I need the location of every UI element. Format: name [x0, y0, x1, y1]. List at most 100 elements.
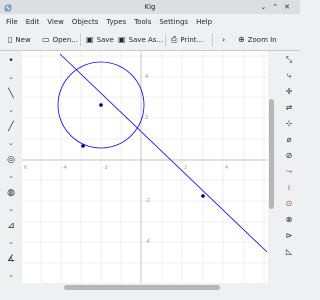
right-tool-1[interactable]: ⤡: [282, 53, 296, 66]
y-tick-label: 4: [145, 74, 148, 80]
print-button[interactable]: ⎙ Print...: [171, 34, 203, 46]
chevron-down-icon: ⌄: [8, 205, 14, 213]
circle-tool-menu[interactable]: ⌄: [4, 170, 18, 182]
line-icon: ╲: [8, 89, 14, 99]
circle-icon: ◎: [7, 155, 15, 165]
conic-tool-menu[interactable]: ⌄: [4, 203, 18, 215]
angle-tool-menu[interactable]: ⌄: [4, 269, 18, 281]
line-point[interactable]: [201, 194, 205, 198]
main-toolbar: ▯ New ▭ Open... ▣ Save ▣ Save As... ⎙ Print..…: [0, 30, 300, 51]
chevron-down-icon: ⌄: [8, 172, 14, 180]
affinity-icon: ⊗: [285, 215, 293, 224]
right-tool-7[interactable]: ⊘: [282, 149, 296, 162]
horizontal-scroll-handle[interactable]: [64, 285, 220, 290]
toolbar-overflow-button[interactable]: ›: [222, 34, 228, 46]
menu-objects[interactable]: Objects: [68, 14, 102, 30]
menu-tools[interactable]: Tools: [130, 14, 155, 30]
right-tool-11[interactable]: ⊗: [282, 213, 296, 226]
toolbar-separator: [165, 34, 166, 46]
right-tool-8[interactable]: ⤳: [282, 165, 296, 178]
menu-edit[interactable]: Edit: [22, 14, 44, 30]
transform-arrow-icon: ⤡: [285, 55, 293, 64]
shear-icon: ⊳: [285, 231, 293, 240]
left-tools-toolbar: • ⌄ ╲ ⌄ ╱ ⌄ ◎ ⌄ ◍ ⌄ ⊿ ⌄ ∡ ⌄: [0, 51, 22, 300]
point-icon: •: [8, 56, 14, 66]
maximize-icon[interactable]: ⌃: [272, 3, 284, 11]
right-tool-9[interactable]: ≀: [282, 181, 296, 194]
window-controls[interactable]: ⌄⌃✕: [260, 0, 296, 14]
menu-help[interactable]: Help: [192, 14, 216, 30]
open-folder-icon: ▭: [42, 35, 50, 44]
right-tool-2[interactable]: ⤷: [282, 69, 296, 82]
right-tool-13[interactable]: ◺: [282, 245, 296, 258]
horizontal-scrollbar[interactable]: [22, 283, 269, 292]
circle-center-point[interactable]: [99, 103, 103, 107]
minimize-icon[interactable]: ⌄: [260, 3, 272, 11]
polygon-tool-menu[interactable]: ⌄: [4, 236, 18, 248]
grid: [22, 51, 269, 283]
print-icon: ⎙: [171, 35, 178, 44]
chevron-down-icon: ⌄: [8, 139, 14, 147]
mirror-icon: ⇌: [285, 103, 293, 112]
save-button-label: Save: [96, 36, 114, 44]
polygon-icon: ⊿: [7, 221, 15, 231]
zoom-in-button[interactable]: ⊕ Zoom In: [238, 34, 277, 46]
polygon-tool[interactable]: ⊿: [4, 220, 18, 232]
save-as-icon: ▣: [118, 35, 126, 44]
vertical-scroll-handle[interactable]: [269, 99, 274, 209]
line-tool[interactable]: ╲: [4, 88, 18, 100]
y-tick-label: 2: [145, 115, 148, 121]
chevron-right-icon: ›: [222, 35, 226, 44]
right-tool-5[interactable]: ⊹: [282, 117, 296, 130]
angle-icon: ∡: [6, 254, 16, 264]
open-button[interactable]: ▭ Open...: [42, 34, 78, 46]
menu-types[interactable]: Types: [102, 14, 130, 30]
vertical-scrollbar[interactable]: [268, 51, 276, 283]
point-tool-menu[interactable]: ⌄: [4, 71, 18, 83]
line-object[interactable]: [59, 53, 268, 253]
y-tick-label: -4: [145, 239, 150, 245]
toolbar-separator: [80, 34, 81, 46]
new-button-label: New: [15, 36, 31, 44]
right-tool-12[interactable]: ⊳: [282, 229, 296, 242]
angle-tool[interactable]: ∡: [4, 253, 18, 265]
menubar: File Edit View Objects Types Tools Settings Hel…: [0, 14, 300, 30]
x-tick-label: 4: [225, 165, 228, 171]
y-tick-label: -2: [145, 198, 150, 204]
scale-icon: ⊹: [285, 119, 293, 128]
toolbar-separator: [212, 34, 213, 46]
segment-tool[interactable]: ╱: [4, 121, 18, 133]
translate-icon: ✛: [285, 87, 293, 96]
circle-tool[interactable]: ◎: [4, 154, 18, 166]
right-tool-10[interactable]: ⊙: [282, 197, 296, 210]
close-icon[interactable]: ✕: [284, 3, 296, 11]
geometry-canvas[interactable]: 6 -4 -2 2 4 4 2 -2 -4: [22, 51, 269, 283]
chevron-down-icon: ⌄: [8, 238, 14, 246]
x-tick-label: 2: [184, 165, 187, 171]
line-tool-menu[interactable]: ⌄: [4, 104, 18, 116]
chevron-down-icon: ⌄: [8, 271, 14, 279]
right-tool-3[interactable]: ✛: [282, 85, 296, 98]
save-button[interactable]: ▣ Save: [86, 34, 114, 46]
save-icon: ▣: [86, 35, 94, 44]
x-tick-label: 6: [24, 165, 27, 171]
circle-point[interactable]: [81, 144, 85, 148]
segment-tool-menu[interactable]: ⌄: [4, 137, 18, 149]
right-tool-4[interactable]: ⇌: [282, 101, 296, 114]
similitude-icon: ⤳: [285, 167, 293, 176]
circle-inversion-icon: ⊙: [285, 199, 293, 208]
zoom-in-button-label: Zoom In: [247, 36, 277, 44]
menu-file[interactable]: File: [0, 14, 22, 30]
conic-tool[interactable]: ◍: [4, 187, 18, 199]
point-tool[interactable]: •: [4, 55, 18, 67]
menu-settings[interactable]: Settings: [155, 14, 192, 30]
rotate-icon: ⤷: [286, 71, 292, 80]
save-as-button[interactable]: ▣ Save As...: [118, 34, 163, 46]
menu-view[interactable]: View: [43, 14, 68, 30]
status-bar: [0, 292, 300, 300]
new-document-icon: ▯: [8, 35, 13, 44]
harmonic-icon: ≀: [287, 183, 291, 192]
save-as-button-label: Save As...: [128, 36, 164, 44]
new-button[interactable]: ▯ New: [8, 34, 31, 46]
right-tool-6[interactable]: ⌀: [282, 133, 296, 146]
